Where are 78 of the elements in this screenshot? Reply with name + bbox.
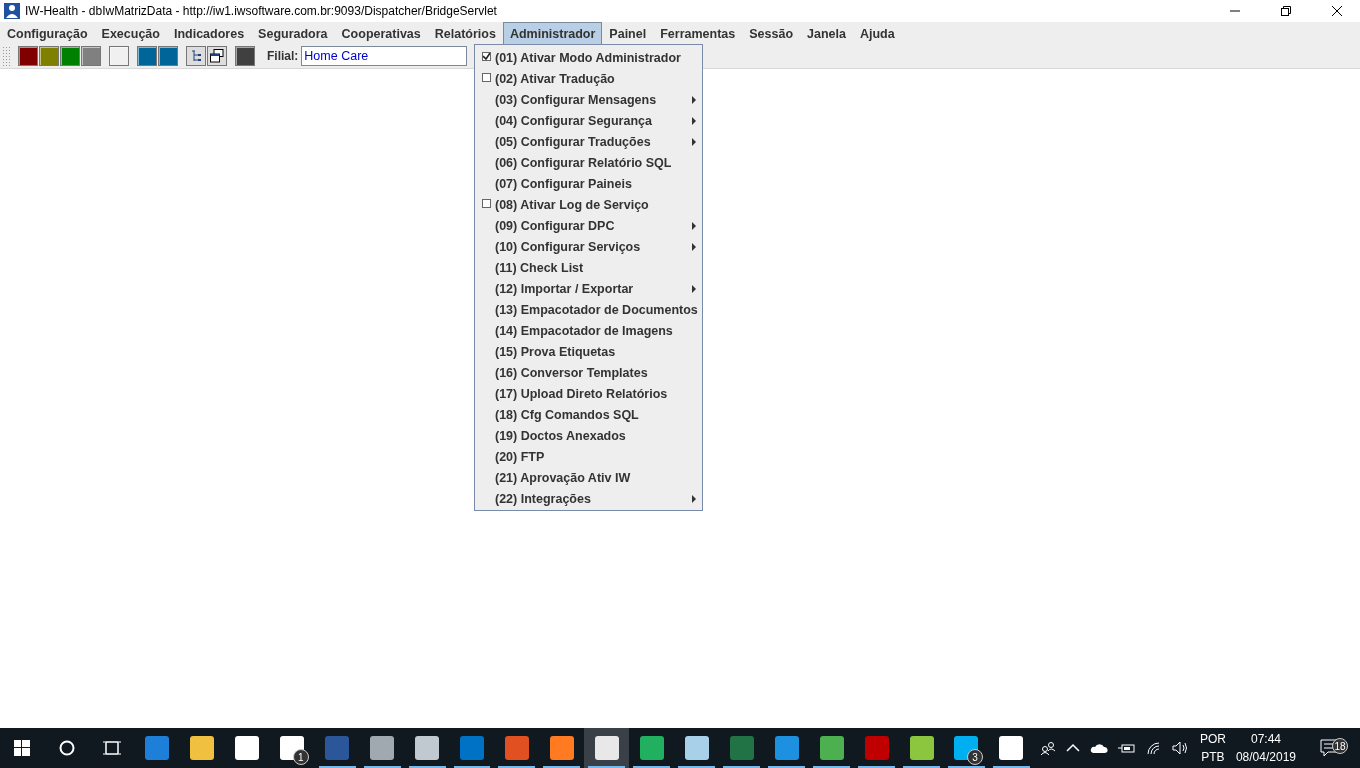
menu-item[interactable]: Configuração bbox=[0, 22, 95, 44]
menu-entry[interactable]: (03) Configurar Mensagens bbox=[475, 89, 702, 110]
color-button[interactable] bbox=[158, 46, 178, 66]
submenu-arrow-icon bbox=[692, 222, 696, 230]
color-button[interactable] bbox=[235, 46, 255, 66]
windows-button[interactable] bbox=[207, 46, 227, 66]
submenu-arrow-icon bbox=[692, 117, 696, 125]
submenu-arrow-icon bbox=[692, 495, 696, 503]
menu-item[interactable]: Painel bbox=[602, 22, 654, 44]
menu-entry[interactable]: (22) Integrações bbox=[475, 488, 702, 509]
menu-entry[interactable]: (05) Configurar Traduções bbox=[475, 131, 702, 152]
menu-entry[interactable]: (06) Configurar Relatório SQL bbox=[475, 152, 702, 173]
notification-button[interactable]: 18 bbox=[1306, 739, 1354, 757]
menu-entry[interactable]: (19) Doctos Anexados bbox=[475, 425, 702, 446]
menu-entry[interactable]: (21) Aprovação Ativ IW bbox=[475, 467, 702, 488]
speaker-icon[interactable] bbox=[1171, 741, 1190, 755]
menu-entry[interactable]: (13) Empacotador de Documentos bbox=[475, 299, 702, 320]
menu-entry[interactable]: (14) Empacotador de Imagens bbox=[475, 320, 702, 341]
color-button[interactable] bbox=[137, 46, 157, 66]
count-badge: 18 bbox=[1332, 738, 1348, 754]
submenu-arrow-icon bbox=[692, 138, 696, 146]
menu-entry[interactable]: (07) Configurar Paineis bbox=[475, 173, 702, 194]
menu-entry[interactable]: (12) Importar / Exportar bbox=[475, 278, 702, 299]
menu-entry[interactable]: (18) Cfg Comandos SQL bbox=[475, 404, 702, 425]
window-title: IW-Health - dbIwMatrizData - http://iw1.iwsoftware.com.br:9093/Dispatcher/BridgeServlet bbox=[25, 4, 498, 18]
menu-item[interactable]: Indicadores bbox=[166, 22, 252, 44]
checkbox[interactable] bbox=[482, 199, 491, 208]
taskbar-app-button[interactable]: 1 bbox=[269, 728, 315, 768]
menu-item[interactable]: Seguradora bbox=[251, 22, 335, 44]
submenu-arrow-icon bbox=[692, 96, 696, 104]
wifi-icon[interactable] bbox=[1145, 741, 1162, 755]
menu-entry[interactable]: (04) Configurar Segurança bbox=[475, 110, 702, 131]
clock[interactable]: 07:44 08/04/2019 bbox=[1235, 730, 1296, 766]
tree-button[interactable] bbox=[186, 46, 206, 66]
color-button[interactable] bbox=[109, 46, 129, 66]
filial-field[interactable]: Home Care bbox=[301, 46, 468, 66]
windows-icon bbox=[210, 49, 224, 63]
submenu-arrow-icon bbox=[692, 285, 696, 293]
menu-entry[interactable]: (16) Conversor Templates bbox=[475, 362, 702, 383]
menu-item[interactable]: Ajuda bbox=[852, 22, 902, 44]
menu-entry[interactable]: (09) Configurar DPC bbox=[475, 215, 702, 236]
app-logo-icon bbox=[4, 3, 20, 19]
windows-logo-icon bbox=[14, 740, 31, 756]
menu-entry[interactable]: (01) Ativar Modo Administrador bbox=[475, 47, 702, 68]
menu-item[interactable]: Relatórios bbox=[427, 22, 503, 44]
menu-item[interactable]: Cooperativas bbox=[334, 22, 428, 44]
menu-entry[interactable]: (20) FTP bbox=[475, 446, 702, 467]
people-icon[interactable] bbox=[1039, 740, 1056, 756]
filial-label: Filial: bbox=[267, 49, 299, 63]
menu-entry[interactable]: (15) Prova Etiquetas bbox=[475, 341, 702, 362]
menu-item[interactable]: Janela bbox=[800, 22, 853, 44]
checkbox[interactable] bbox=[482, 52, 491, 61]
menu-entry[interactable]: (08) Ativar Log de Serviço bbox=[475, 194, 702, 215]
battery-icon[interactable] bbox=[1117, 742, 1136, 754]
close-icon bbox=[1332, 6, 1342, 16]
color-button[interactable] bbox=[18, 46, 38, 66]
menu-entry[interactable]: (17) Upload Direto Relatórios bbox=[475, 383, 702, 404]
task-view-icon bbox=[103, 740, 122, 756]
tree-icon bbox=[190, 50, 202, 62]
menu-item[interactable]: Ferramentas bbox=[653, 22, 743, 44]
chevron-up-icon[interactable] bbox=[1065, 743, 1080, 753]
color-button[interactable] bbox=[60, 46, 80, 66]
language-indicator[interactable]: POR PTB bbox=[1199, 730, 1226, 766]
restore-icon bbox=[1281, 6, 1291, 16]
circle-icon bbox=[59, 740, 76, 756]
taskbar-app-button[interactable]: 3 bbox=[944, 728, 989, 768]
checkbox[interactable] bbox=[482, 73, 491, 82]
cloud-icon[interactable] bbox=[1089, 742, 1108, 754]
menu-entry[interactable]: (10) Configurar Serviços bbox=[475, 236, 702, 257]
menu-entry[interactable]: (02) Ativar Tradução bbox=[475, 68, 702, 89]
menu-item[interactable]: Administrador bbox=[502, 22, 603, 44]
submenu-arrow-icon bbox=[692, 243, 696, 251]
menu-entry[interactable]: (11) Check List bbox=[475, 257, 702, 278]
menu-item[interactable]: Sessão bbox=[742, 22, 800, 44]
taskbar-app-button[interactable] bbox=[584, 728, 630, 768]
color-button[interactable] bbox=[39, 46, 59, 66]
menu-item[interactable]: Execução bbox=[94, 22, 167, 44]
color-button[interactable] bbox=[81, 46, 101, 66]
